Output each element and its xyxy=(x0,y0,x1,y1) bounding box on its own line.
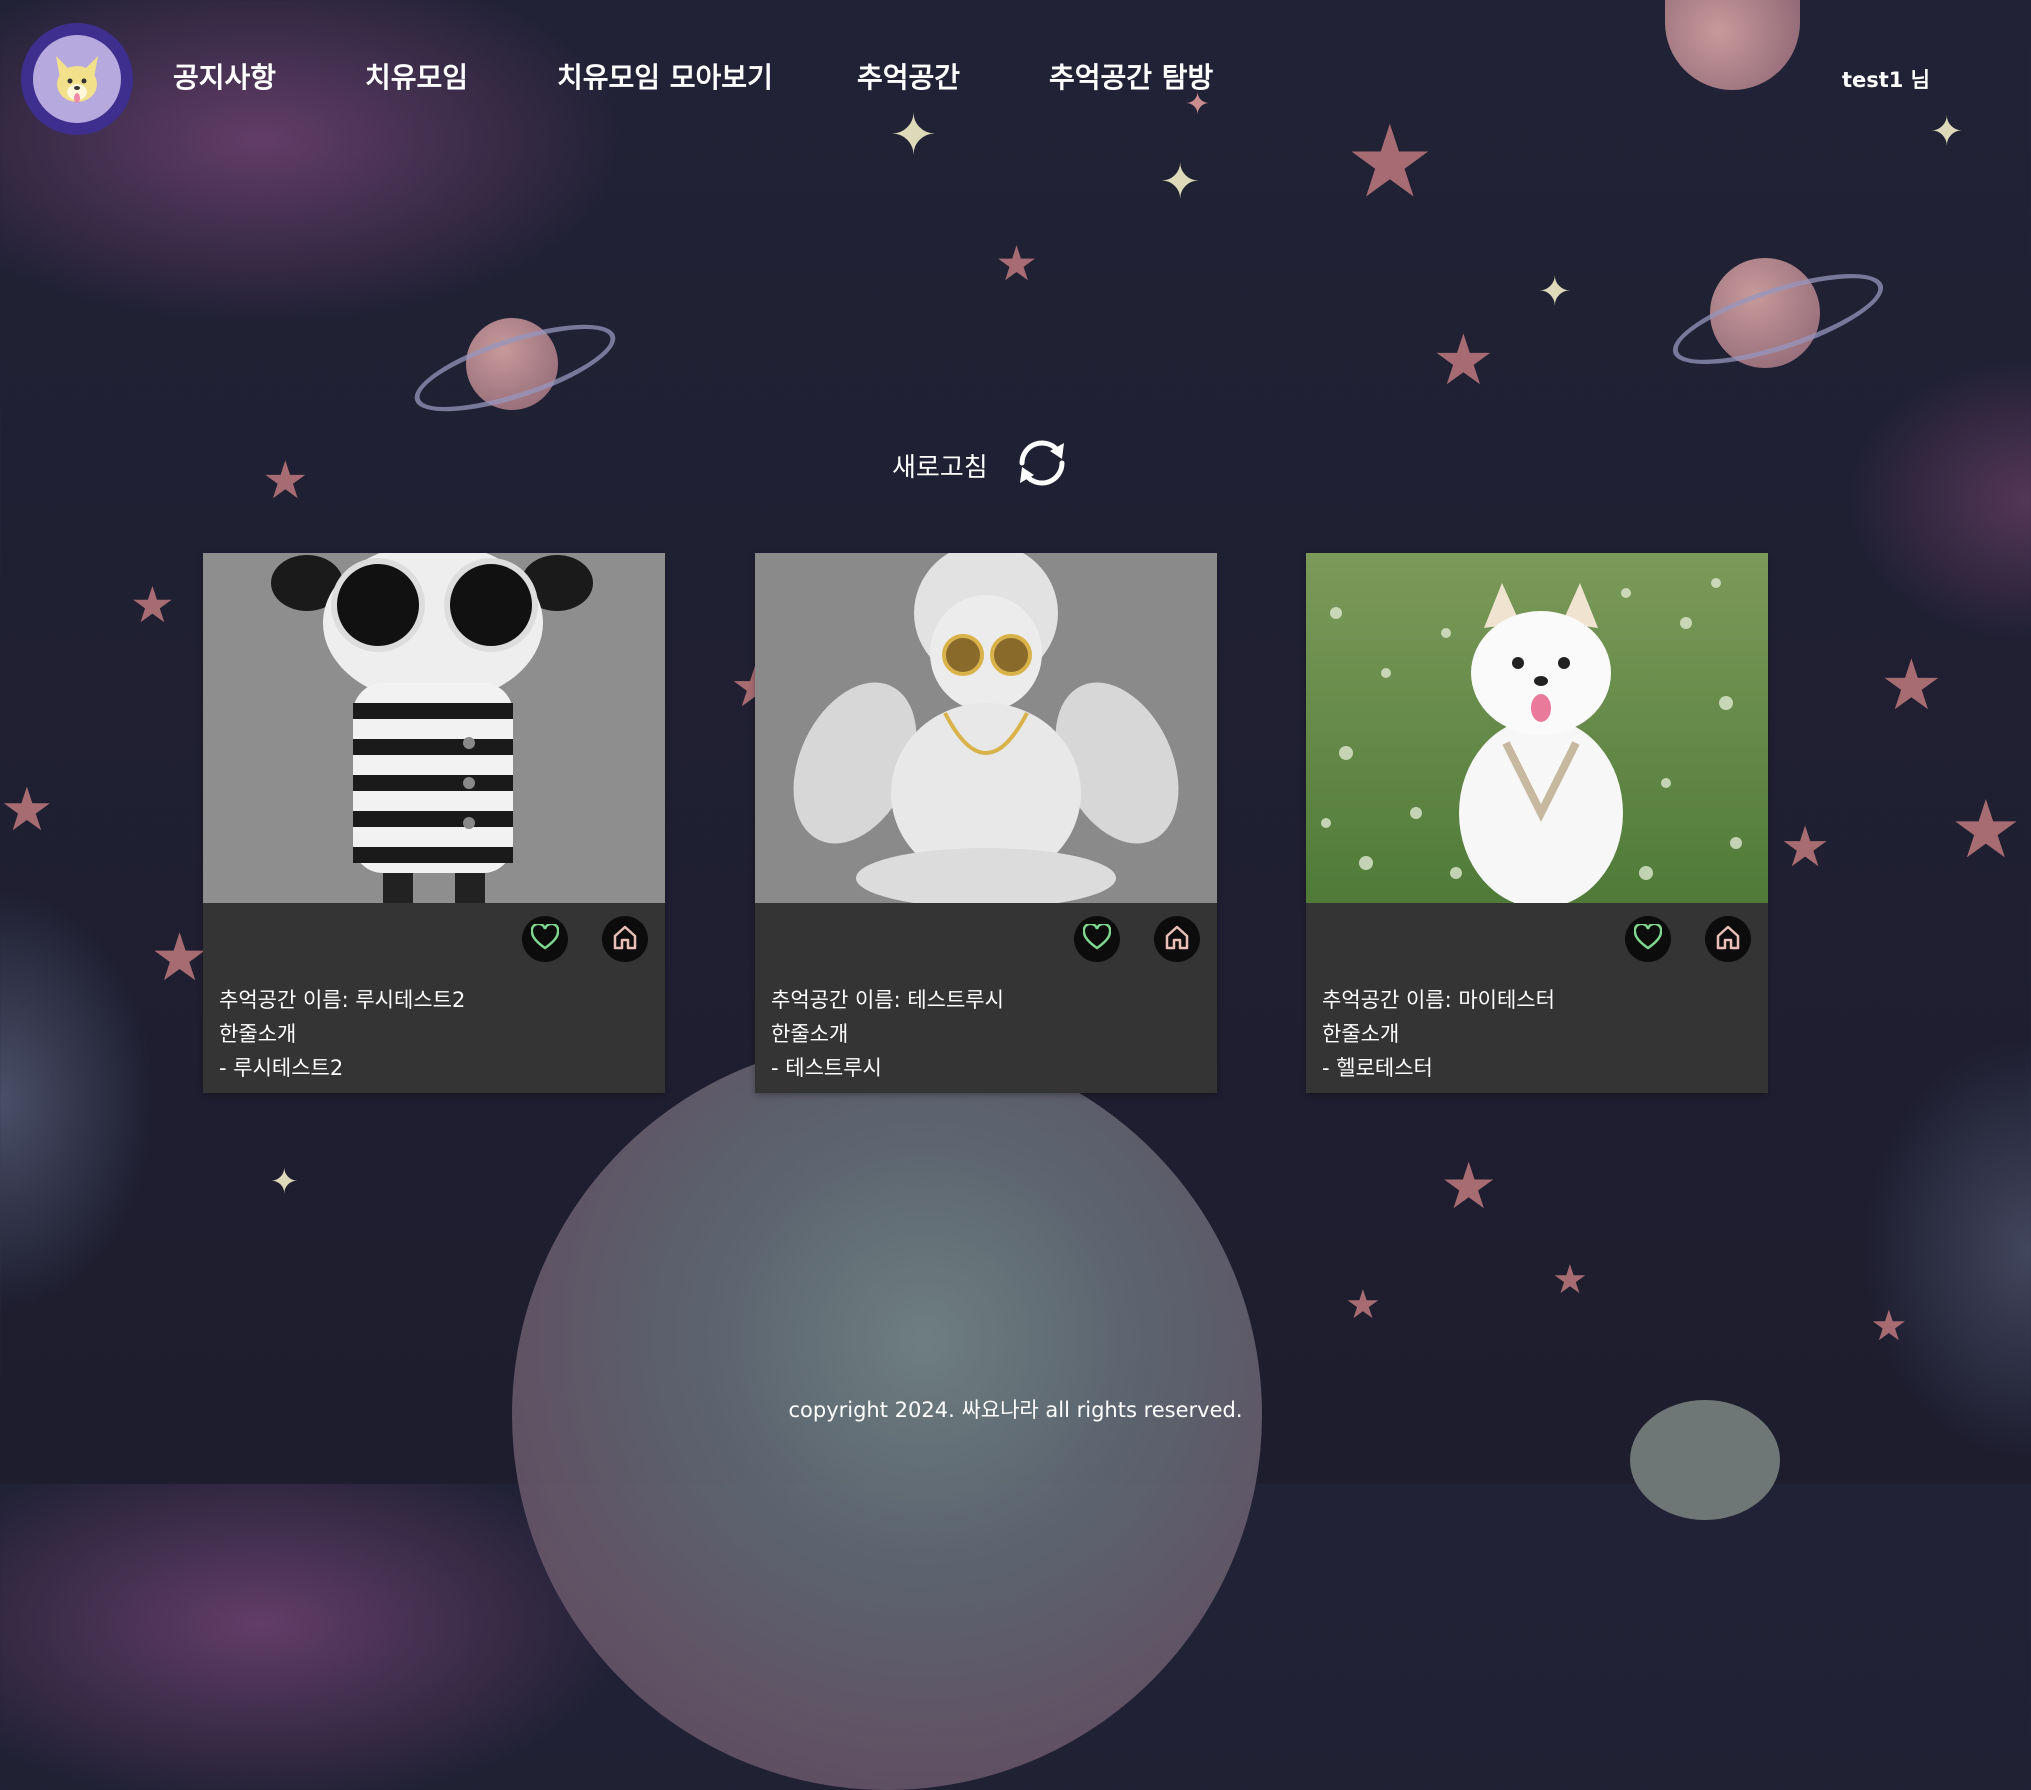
memory-space-card[interactable]: 추억공간 이름: 마이테스터 한줄소개 - 헬로테스터 xyxy=(1306,553,1768,1093)
nav-notice[interactable]: 공지사항 xyxy=(173,56,276,96)
star-icon: ★ xyxy=(1880,644,1943,726)
card-actions xyxy=(1074,916,1200,962)
card-name: 추억공간 이름: 마이테스터 xyxy=(1322,988,1555,1012)
ringed-planet-right xyxy=(1710,258,1820,368)
star-icon: ★ xyxy=(130,576,175,634)
card-image[interactable] xyxy=(1306,553,1768,903)
card-info: 추억공간 이름: 루시테스트2 한줄소개 - 루시테스트2 xyxy=(219,983,465,1085)
star-icon: ★ xyxy=(1950,783,2022,876)
card-name: 추억공간 이름: 루시테스트2 xyxy=(219,988,466,1012)
refresh-label: 새로고침 xyxy=(892,452,988,483)
card-actions xyxy=(522,916,648,962)
card-actions xyxy=(1625,916,1751,962)
refresh-icon xyxy=(1012,437,1072,493)
card-intro-label: 한줄소개 xyxy=(219,1022,297,1046)
refresh-button[interactable]: 새로고침 xyxy=(892,437,1072,493)
home-icon xyxy=(1164,924,1190,954)
home-icon xyxy=(1715,924,1741,954)
star-icon: ✦ xyxy=(270,1162,299,1202)
user-greeting[interactable]: test1 님 xyxy=(1842,64,1930,94)
like-button[interactable] xyxy=(1074,916,1120,962)
card-intro-label: 한줄소개 xyxy=(771,1022,849,1046)
home-icon xyxy=(612,924,638,954)
nav-healing-meeting-browse[interactable]: 치유모임 모아보기 xyxy=(557,56,773,96)
visit-home-button[interactable] xyxy=(1705,916,1751,962)
star-icon: ★ xyxy=(1345,1282,1381,1328)
like-button[interactable] xyxy=(1625,916,1671,962)
star-icon: ★ xyxy=(1870,1301,1908,1350)
star-icon: ✦ xyxy=(1538,269,1572,315)
footer-copyright: copyright 2024. 싸요나라 all rights reserved… xyxy=(788,1398,1243,1422)
memory-space-card[interactable]: 추억공간 이름: 테스트루시 한줄소개 - 테스트루시 xyxy=(755,553,1217,1093)
card-intro-text: - 루시테스트2 xyxy=(219,1056,344,1080)
star-icon: ✦ xyxy=(1160,154,1201,210)
site-header: 공지사항 치유모임 치유모임 모아보기 추억공간 추억공간 탐방 test1 님 xyxy=(0,0,2031,156)
heart-icon xyxy=(530,922,560,954)
nav-healing-meeting[interactable]: 치유모임 xyxy=(365,56,468,96)
memory-space-card[interactable]: 추억공간 이름: 루시테스트2 한줄소개 - 루시테스트2 xyxy=(203,553,665,1093)
card-intro-text: - 헬로테스터 xyxy=(1322,1056,1433,1080)
heart-icon xyxy=(1082,922,1112,954)
corgi-logo-icon xyxy=(33,35,121,123)
heart-icon xyxy=(1633,922,1663,954)
planet-ring xyxy=(405,307,625,429)
card-intro-label: 한줄소개 xyxy=(1322,1022,1400,1046)
card-image[interactable] xyxy=(755,553,1217,903)
card-name: 추억공간 이름: 테스트루시 xyxy=(771,988,1004,1012)
visit-home-button[interactable] xyxy=(1154,916,1200,962)
star-icon: ★ xyxy=(1780,815,1831,880)
card-intro-text: - 테스트루시 xyxy=(771,1056,882,1080)
star-icon: ★ xyxy=(150,919,210,996)
logo[interactable] xyxy=(21,23,133,135)
star-icon: ★ xyxy=(0,775,54,845)
star-icon: ★ xyxy=(1552,1257,1588,1303)
planet-ring-right xyxy=(1663,255,1893,383)
star-icon: ★ xyxy=(262,451,309,511)
card-info: 추억공간 이름: 테스트루시 한줄소개 - 테스트루시 xyxy=(771,983,1004,1085)
card-image[interactable] xyxy=(203,553,665,903)
card-info: 추억공간 이름: 마이테스터 한줄소개 - 헬로테스터 xyxy=(1322,983,1555,1085)
star-icon: ★ xyxy=(1432,319,1495,401)
like-button[interactable] xyxy=(522,916,568,962)
star-icon: ★ xyxy=(1440,1150,1498,1224)
star-icon: ★ xyxy=(995,236,1039,292)
ringed-planet xyxy=(466,318,558,410)
visit-home-button[interactable] xyxy=(602,916,648,962)
nav-memory-space[interactable]: 추억공간 xyxy=(857,56,960,96)
nav-memory-space-tour[interactable]: 추억공간 탐방 xyxy=(1049,56,1213,96)
